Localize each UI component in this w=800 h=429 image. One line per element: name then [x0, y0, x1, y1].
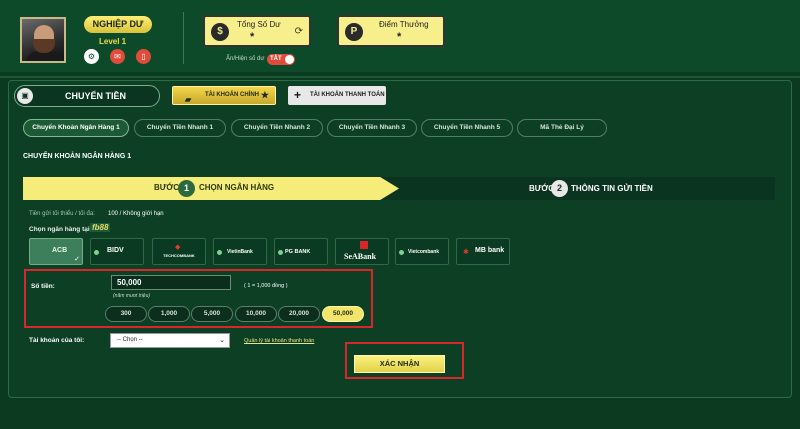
mobile-icon[interactable]: ▯ — [136, 49, 151, 64]
wallet-icon: ▰ — [185, 95, 192, 104]
subtab-fast-3[interactable]: Chuyển Tiền Nhanh 3 — [327, 119, 417, 137]
limit-value: 100 / Không giới hạn — [108, 211, 164, 217]
brand-logo: fb88 — [90, 223, 111, 232]
section-title: CHUYỂN KHOẢN NGÂN HÀNG 1 — [23, 153, 132, 160]
bank-vietinbank[interactable]: VietinBank — [213, 238, 267, 265]
points-value: * — [397, 31, 402, 43]
bank-bidv[interactable]: BIDV — [90, 238, 144, 265]
coins-icon: $ — [211, 23, 229, 41]
my-account-label: Tài khoản của tôi: — [29, 337, 85, 344]
bank-pgbank[interactable]: PG BANK — [274, 238, 328, 265]
star-icon: ★ — [260, 90, 269, 100]
divider — [0, 76, 800, 78]
bank-techcombank[interactable]: TECHCOMBANK ◆ — [152, 238, 206, 265]
amount-chip-1000[interactable]: 1,000 — [148, 306, 190, 322]
subtab-fast-5[interactable]: Chuyển Tiền Nhanh 5 — [421, 119, 513, 137]
message-icon[interactable]: ✉ — [110, 49, 125, 64]
points-title: Điểm Thưởng — [379, 20, 429, 29]
plus-icon: + — [294, 88, 302, 102]
header-divider — [183, 12, 184, 64]
amount-ratio: ( 1 = 1,000 đồng ) — [244, 283, 288, 289]
main-account-button[interactable]: ▰ TÀI KHOẢN CHÍNH ★ — [172, 86, 276, 105]
amount-chip-5000[interactable]: 5,000 — [191, 306, 233, 322]
tab-transfer-label: CHUYỂN TIỀN — [65, 91, 127, 101]
payment-account-button[interactable]: + TÀI KHOẢN THANH TOÁN — [288, 86, 386, 105]
limit-label: Tiền gửi tối thiểu / tối đa: — [29, 211, 95, 217]
balance-card: $ Tổng Số Dư * ⟳ — [203, 15, 311, 47]
subtab-fast-1[interactable]: Chuyển Tiền Nhanh 1 — [134, 119, 226, 137]
level-label: Level 1 — [99, 37, 127, 46]
wallet-icon: ▣ — [17, 88, 33, 104]
rank-badge: NGHIỆP DƯ — [84, 16, 152, 33]
payment-account-label: TÀI KHOẢN THANH TOÁN — [310, 92, 385, 98]
manage-accounts-link[interactable]: Quản lý tài khoản thanh toán — [244, 338, 314, 344]
user-settings-icon[interactable]: ⚙ — [84, 49, 99, 64]
confirm-button[interactable]: XÁC NHẬN — [354, 355, 445, 373]
balance-title: Tổng Số Dư — [237, 20, 281, 29]
bank-vietcombank[interactable]: Vietcombank — [395, 238, 449, 265]
amount-chip-300[interactable]: 300 — [105, 306, 147, 322]
amount-chip-50000[interactable]: 50,000 — [322, 306, 364, 322]
subtab-agent-code[interactable]: Mã Thẻ Đại Lý — [517, 119, 607, 137]
check-icon: ✓ — [74, 256, 80, 263]
my-account-select[interactable]: -- Chọn -- ⌄ — [110, 333, 230, 348]
subtab-bank-transfer-1[interactable]: Chuyển Khoản Ngân Hàng 1 — [23, 119, 129, 137]
refresh-icon[interactable]: ⟳ — [295, 26, 303, 37]
balance-value: * — [250, 31, 255, 43]
bank-select-label: Chọn ngân hàng tại — [29, 226, 90, 233]
points-card: P Điểm Thưởng * — [337, 15, 445, 47]
points-icon: P — [345, 23, 363, 41]
hide-balance-label: Ẩn/Hiện số dư — [226, 56, 265, 62]
subtab-fast-2[interactable]: Chuyển Tiền Nhanh 2 — [231, 119, 323, 137]
chevron-down-icon: ⌄ — [219, 337, 225, 344]
amount-hint: (năm mươi triệu) — [113, 293, 151, 299]
amount-label: Số tiền: — [31, 283, 55, 290]
bank-mbbank[interactable]: ✱ MB bank — [456, 238, 510, 265]
amount-chip-10000[interactable]: 10,000 — [235, 306, 277, 322]
toggle-label: TẮT — [270, 56, 282, 62]
hide-balance-toggle[interactable]: TẮT — [267, 54, 295, 65]
bank-acb[interactable]: ACB ✓ — [29, 238, 83, 265]
amount-chip-20000[interactable]: 20,000 — [278, 306, 320, 322]
amount-input[interactable]: 50,000 — [111, 275, 231, 290]
bank-seabank[interactable]: SeABank — [335, 238, 389, 265]
step-1: BƯỚC 1 CHỌN NGÂN HÀNG — [23, 177, 399, 200]
avatar[interactable] — [20, 17, 66, 63]
tab-transfer[interactable]: ▣ CHUYỂN TIỀN — [14, 85, 160, 107]
main-account-label: TÀI KHOẢN CHÍNH — [205, 92, 259, 98]
